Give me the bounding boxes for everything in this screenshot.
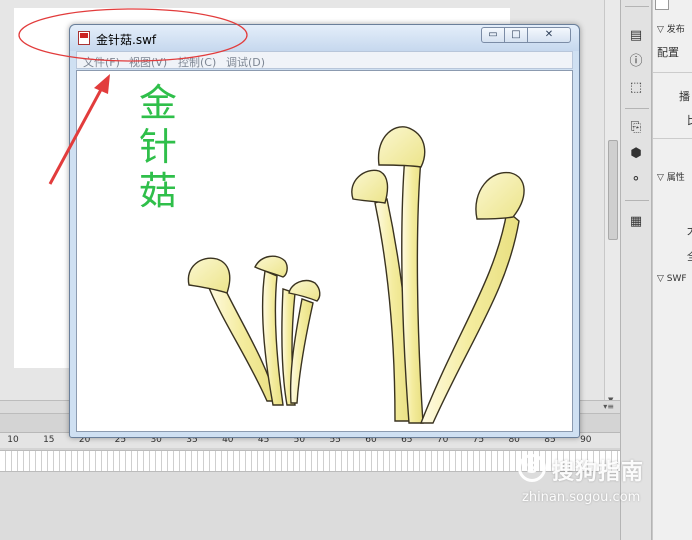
divider xyxy=(653,72,692,73)
swf-section-header[interactable]: ▽ SWF xyxy=(657,274,687,284)
scrollbar-thumb[interactable] xyxy=(608,140,618,240)
mushroom-stem xyxy=(289,298,314,404)
config-label: 配置 xyxy=(657,46,679,59)
watermark-url: zhinan.sogou.com xyxy=(522,490,641,505)
panel-tab[interactable] xyxy=(655,0,669,10)
ruler-number: 90 xyxy=(580,435,592,445)
player-label: 播 xyxy=(679,90,690,103)
mushroom-cap xyxy=(187,257,231,294)
swf-content: 金 针 菇 xyxy=(76,70,573,432)
window-title: 金针菇.swf xyxy=(96,33,157,47)
title-bar[interactable]: 金针菇.swf ▭ □ ✕ xyxy=(70,25,579,51)
ruler-number: 10 xyxy=(7,435,19,445)
menu-file[interactable]: 文件(F) xyxy=(83,54,120,70)
maximize-button[interactable]: □ xyxy=(504,27,528,43)
info-icon[interactable]: ⓘ xyxy=(626,52,646,72)
flash-file-icon xyxy=(78,31,90,45)
panel-menu-icon[interactable]: ▾≡ xyxy=(603,402,614,411)
minimize-button[interactable]: ▭ xyxy=(481,27,505,43)
mushroom-cap xyxy=(351,169,389,204)
properties-label: 属性 xyxy=(666,173,685,183)
ruler-number: 15 xyxy=(43,435,55,445)
size-label: 大 xyxy=(687,222,692,238)
menu-bar: 文件(F) 视图(V) 控制(C) 调试(D) xyxy=(76,51,573,69)
properties-section-header[interactable]: ▽ 属性 xyxy=(657,170,685,183)
code-snippet-icon[interactable]: ⎘ xyxy=(626,118,646,138)
divider xyxy=(625,108,649,109)
ratio-label: 比 xyxy=(687,112,692,128)
menu-view[interactable]: 视图(V) xyxy=(129,54,167,70)
components-icon[interactable]: ⬢ xyxy=(626,144,646,164)
transform-icon[interactable]: ⬚ xyxy=(626,78,646,98)
swf-label: SWF xyxy=(666,274,687,284)
mushroom-stem xyxy=(419,209,520,424)
swf-player-window[interactable]: 金针菇.swf ▭ □ ✕ 文件(F) 视图(V) 控制(C) 调试(D) 金 … xyxy=(69,24,580,438)
menu-debug[interactable]: 调试(D) xyxy=(226,54,265,70)
watermark: S 搜狗指南 zhinan.sogou.com xyxy=(508,450,692,520)
publish-section-header[interactable]: ▽ 发布 xyxy=(657,22,685,35)
sogou-logo-icon: S xyxy=(518,454,546,482)
motion-presets-icon[interactable]: ⚬ xyxy=(626,170,646,190)
library-icon[interactable]: ▦ xyxy=(626,212,646,232)
full-label: 全 xyxy=(687,248,692,264)
stage-vertical-scrollbar[interactable]: ▼ xyxy=(604,0,620,410)
publish-label: 发布 xyxy=(666,25,685,35)
mushroom-cap xyxy=(475,171,525,220)
align-icon[interactable]: ▤ xyxy=(626,26,646,46)
divider xyxy=(653,138,692,139)
mushroom-cap xyxy=(377,126,426,168)
enoki-mushroom-illustration xyxy=(187,126,525,424)
divider xyxy=(625,200,649,201)
menu-control[interactable]: 控制(C) xyxy=(178,54,216,70)
divider xyxy=(625,6,649,7)
watermark-brand: 搜狗指南 xyxy=(552,460,645,485)
close-button[interactable]: ✕ xyxy=(527,27,571,43)
